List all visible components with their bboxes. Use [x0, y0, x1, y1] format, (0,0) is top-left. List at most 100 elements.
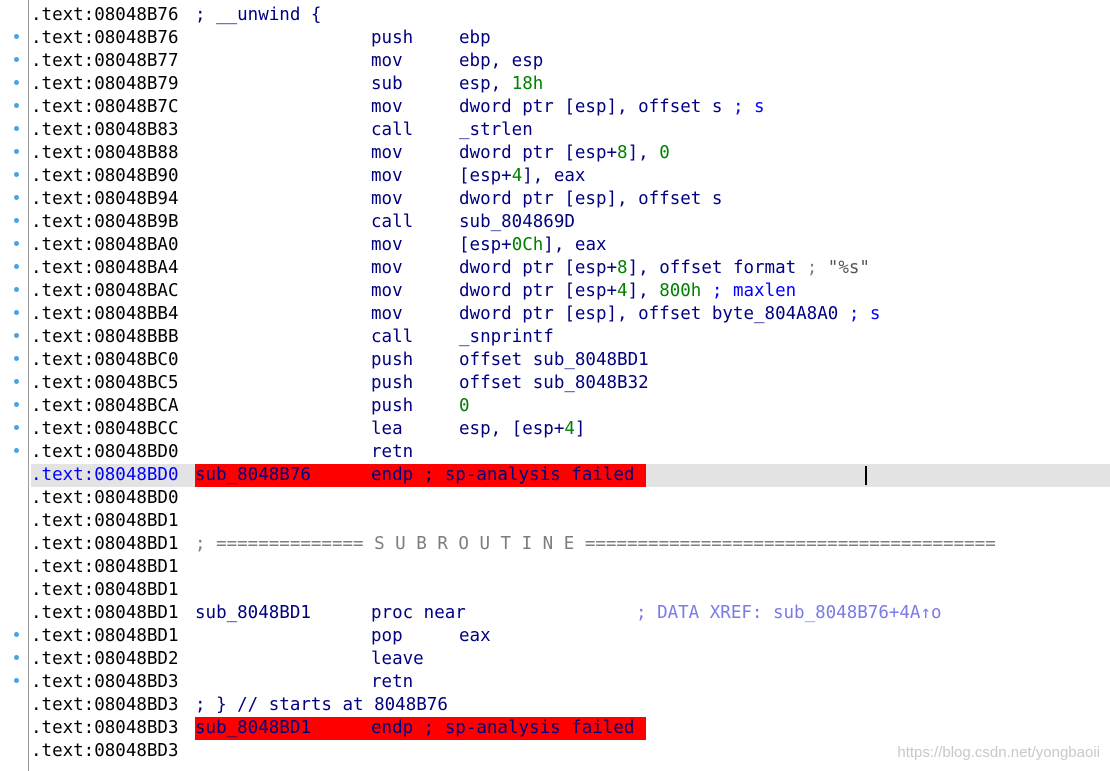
breakpoint-gutter[interactable] [0, 0, 28, 771]
operands: sub_804869D [459, 212, 575, 232]
mnemonic: mov [371, 97, 403, 117]
instruction-marker-dot [14, 402, 19, 407]
instruction-marker-dot [14, 678, 19, 683]
line-address: .text:08048BA4 [31, 258, 179, 278]
line-address: .text:08048BD0 [31, 442, 179, 462]
code-line[interactable]: .text:08048BAC mov dword ptr [esp+4], 80… [31, 280, 1110, 303]
code-line[interactable]: .text:08048BCA push 0 [31, 395, 1110, 418]
mnemonic: retn [371, 672, 414, 692]
code-line[interactable]: .text:08048BD0 retn [31, 441, 1110, 464]
code-line[interactable]: .text:08048BB4 mov dword ptr [esp], offs… [31, 303, 1110, 326]
function-label[interactable]: sub_8048BD1 [195, 602, 311, 625]
code-line[interactable]: .text:08048B76 ; __unwind { [31, 4, 1110, 27]
line-address: .text:08048BD1 [31, 603, 179, 623]
code-line[interactable]: .text:08048B79 sub esp, 18h [31, 73, 1110, 96]
code-line-selected[interactable]: .text:08048BD0 sub_8048B76 endp ; sp-ana… [31, 464, 1110, 487]
code-line[interactable]: .text:08048B76 push ebp [31, 27, 1110, 50]
code-line[interactable]: .text:08048B94 mov dword ptr [esp], offs… [31, 188, 1110, 211]
instruction-marker-dot [14, 103, 19, 108]
immediate-value: 0 [459, 396, 470, 416]
instruction-marker-dot [14, 264, 19, 269]
watermark: https://blog.csdn.net/yongbaoii [897, 744, 1100, 761]
line-comment: ; maxlen [701, 281, 797, 301]
line-address: .text:08048BC5 [31, 373, 179, 393]
operands: dword ptr [esp+8], offset format ; "%s" [459, 258, 870, 278]
mnemonic: call [371, 327, 414, 347]
operands: ebp, esp [459, 51, 544, 71]
unwind-end-comment: ; } // starts at 8048B76 [195, 695, 448, 715]
line-address: .text:08048BD0 [31, 488, 179, 508]
line-comment: ; [796, 258, 828, 278]
operands: dword ptr [esp], offset byte_804A8A0 ; s [459, 304, 881, 324]
code-line[interactable]: .text:08048B7C mov dword ptr [esp], offs… [31, 96, 1110, 119]
function-label[interactable]: sub_8048BD1 [195, 717, 311, 740]
code-line[interactable]: .text:08048BD1 [31, 510, 1110, 533]
line-address: .text:08048B77 [31, 51, 179, 71]
endp-directive: endp ; sp-analysis failed [371, 718, 635, 738]
instruction-marker-dot [14, 34, 19, 39]
function-label[interactable]: sub_8048B76 [195, 464, 311, 487]
mnemonic: call [371, 120, 414, 140]
code-line[interactable]: .text:08048B90 mov [esp+4], eax [31, 165, 1110, 188]
mnemonic: lea [371, 419, 403, 439]
instruction-marker-dot [14, 448, 19, 453]
code-line[interactable]: .text:08048BD1 pop eax [31, 625, 1110, 648]
operands: offset sub_8048B32 [459, 373, 649, 393]
line-address: .text:08048BD3 [31, 718, 179, 738]
line-comment: ; s [838, 304, 881, 324]
mnemonic: pop [371, 626, 403, 646]
instruction-marker-dot [14, 80, 19, 85]
immediate-value: 0 [659, 143, 670, 163]
code-line[interactable]: .text:08048BC5 push offset sub_8048B32 [31, 372, 1110, 395]
code-line[interactable]: .text:08048BD3 sub_8048BD1 endp ; sp-ana… [31, 717, 1110, 740]
code-line[interactable]: .text:08048BC0 push offset sub_8048BD1 [31, 349, 1110, 372]
xref-comment[interactable]: ; DATA XREF: sub_8048B76+4A↑o [636, 602, 942, 625]
endp-directive: endp ; sp-analysis failed [371, 465, 635, 485]
instruction-marker-dot [14, 218, 19, 223]
gutter-separator [28, 0, 29, 771]
code-line[interactable]: .text:08048BD2 leave [31, 648, 1110, 671]
string-literal: "%s" [827, 258, 870, 278]
line-address: .text:08048BD3 [31, 741, 179, 761]
code-line[interactable]: .text:08048BD1 sub_8048BD1 proc near ; D… [31, 602, 1110, 625]
code-line[interactable]: .text:08048B77 mov ebp, esp [31, 50, 1110, 73]
code-line[interactable]: .text:08048BCC lea esp, [esp+4] [31, 418, 1110, 441]
operands: _snprintf [459, 327, 554, 347]
operands: [esp+0Ch], eax [459, 235, 607, 255]
disassembly-view[interactable]: .text:08048B76 ; __unwind { .text:08048B… [0, 0, 1110, 771]
instruction-marker-dot [14, 632, 19, 637]
mnemonic: call [371, 212, 414, 232]
text-cursor [865, 466, 867, 485]
code-listing[interactable]: .text:08048B76 ; __unwind { .text:08048B… [31, 4, 1110, 763]
line-address: .text:08048BD3 [31, 695, 179, 715]
instruction-marker-dot [14, 356, 19, 361]
instruction-marker-dot [14, 195, 19, 200]
line-address: .text:08048BA0 [31, 235, 179, 255]
proc-directive: proc near [371, 603, 466, 623]
subroutine-separator: ; ============== S U B R O U T I N E ===… [195, 534, 996, 554]
operands: dword ptr [esp+8], 0 [459, 143, 670, 163]
code-line[interactable]: .text:08048BD1 [31, 556, 1110, 579]
code-line[interactable]: .text:08048BA4 mov dword ptr [esp+8], of… [31, 257, 1110, 280]
code-line[interactable]: .text:08048BD3 retn [31, 671, 1110, 694]
code-line[interactable]: .text:08048BA0 mov [esp+0Ch], eax [31, 234, 1110, 257]
line-address: .text:08048BBB [31, 327, 179, 347]
mnemonic: mov [371, 281, 403, 301]
code-line[interactable]: .text:08048BD1 [31, 579, 1110, 602]
instruction-marker-dot [14, 57, 19, 62]
code-line[interactable]: .text:08048BD1 ; ============== S U B R … [31, 533, 1110, 556]
instruction-marker-dot [14, 172, 19, 177]
operands: dword ptr [esp+4], 800h ; maxlen [459, 281, 797, 301]
operands: esp, [esp+4] [459, 419, 586, 439]
code-line[interactable]: .text:08048B9B call sub_804869D [31, 211, 1110, 234]
code-line[interactable]: .text:08048BD3 ; } // starts at 8048B76 [31, 694, 1110, 717]
line-address: .text:08048BD2 [31, 649, 179, 669]
code-line[interactable]: .text:08048BBB call _snprintf [31, 326, 1110, 349]
code-line[interactable]: .text:08048BD0 [31, 487, 1110, 510]
instruction-marker-dot [14, 425, 19, 430]
operands: [esp+4], eax [459, 166, 586, 186]
operands: _strlen [459, 120, 533, 140]
immediate-value: 800h [659, 281, 702, 301]
code-line[interactable]: .text:08048B83 call _strlen [31, 119, 1110, 142]
code-line[interactable]: .text:08048B88 mov dword ptr [esp+8], 0 [31, 142, 1110, 165]
